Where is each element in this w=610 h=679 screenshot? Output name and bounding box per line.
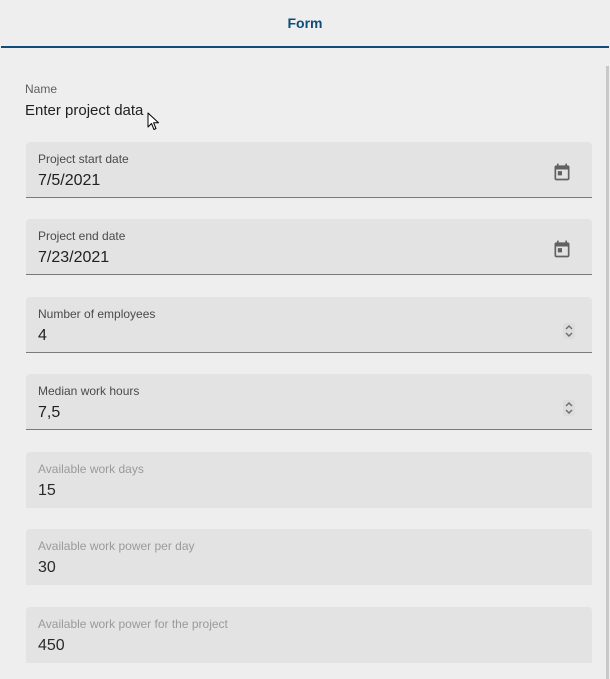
project-end-date-value: 7/23/2021 <box>38 249 110 266</box>
mouse-pointer-icon <box>147 112 159 130</box>
name-field: Name Enter project data <box>25 82 143 120</box>
tab-bar: Form <box>0 0 610 49</box>
available-work-power-per-day-label: Available work power per day <box>38 539 195 553</box>
number-of-employees-field[interactable]: Number of employees 4 <box>26 297 592 353</box>
available-work-days-field: Available work days 15 <box>26 452 592 508</box>
median-work-hours-value: 7,5 <box>38 404 61 421</box>
calendar-icon[interactable] <box>552 162 572 182</box>
median-work-hours-field[interactable]: Median work hours 7,5 <box>26 374 592 430</box>
name-value: Enter project data <box>25 102 144 119</box>
available-work-power-project-label: Available work power for the project <box>38 617 228 631</box>
number-of-employees-value: 4 <box>38 327 47 344</box>
project-start-date-field[interactable]: Project start date 7/5/2021 <box>26 142 592 198</box>
number-of-employees-label: Number of employees <box>38 307 156 321</box>
available-work-power-project-value: 450 <box>38 637 65 654</box>
name-label: Name <box>25 82 58 96</box>
median-work-hours-stepper[interactable] <box>563 400 575 416</box>
available-work-days-value: 15 <box>38 482 56 499</box>
scrollbar[interactable] <box>606 66 609 679</box>
available-work-power-per-day-value: 30 <box>38 559 56 576</box>
project-start-date-value: 7/5/2021 <box>38 172 101 189</box>
project-end-date-field[interactable]: Project end date 7/23/2021 <box>26 219 592 275</box>
spinner-icon <box>565 402 573 414</box>
available-work-power-per-day-field: Available work power per day 30 <box>26 529 592 585</box>
spinner-icon <box>565 325 573 337</box>
tab-form[interactable]: Form <box>1 0 609 46</box>
median-work-hours-label: Median work hours <box>38 384 140 398</box>
available-work-power-project-field: Available work power for the project 450 <box>26 607 592 663</box>
tab-form-label: Form <box>287 15 323 31</box>
number-of-employees-stepper[interactable] <box>563 323 575 339</box>
form-app: Form Name Enter project data Project sta… <box>0 0 610 679</box>
calendar-icon[interactable] <box>552 239 572 259</box>
project-start-date-label: Project start date <box>38 152 129 166</box>
tab-active-indicator <box>1 46 609 48</box>
project-end-date-label: Project end date <box>38 229 126 243</box>
available-work-days-label: Available work days <box>38 462 144 476</box>
